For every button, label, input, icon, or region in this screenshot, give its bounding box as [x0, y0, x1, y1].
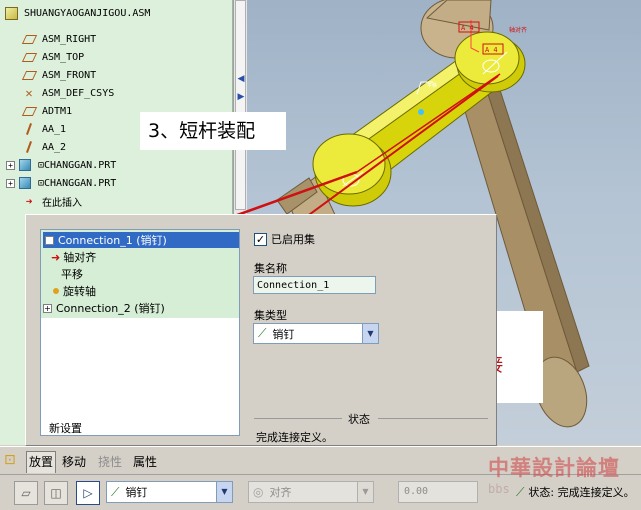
tab-flexibility[interactable]: 挠性: [98, 453, 122, 470]
interface-icon: ▱: [21, 486, 31, 500]
tree-item-asm-def-csys[interactable]: ✕ ASM_DEF_CSYS: [22, 84, 114, 102]
datum-plane-icon: [21, 104, 37, 118]
tree-item-label: AA_1: [42, 123, 67, 135]
tab-move[interactable]: 移动: [62, 453, 86, 470]
enable-set-checkbox[interactable]: ✓ 已启用集: [254, 231, 315, 247]
constraint-tag: 轴对齐: [509, 26, 527, 34]
tree-item-aa1[interactable]: AA_1: [22, 120, 66, 138]
panel-splitter[interactable]: ◀ ▶: [236, 70, 246, 110]
tree-item-asm-front[interactable]: ASM_FRONT: [21, 66, 97, 84]
status-dot-icon: [53, 288, 59, 294]
set-type-value: 销钉: [272, 327, 295, 341]
tree-item-label: 在此插入: [42, 197, 82, 209]
datum-plane-icon: [21, 32, 37, 46]
divider: [378, 418, 488, 419]
expand-icon[interactable]: +: [43, 303, 52, 313]
constraint-label: 轴对齐: [63, 251, 97, 264]
set-type-select[interactable]: ⟋ 销钉 ▼: [253, 323, 379, 344]
tree-item-asm-top[interactable]: ASM_TOP: [21, 48, 85, 66]
align-icon: ◎: [253, 485, 264, 499]
watermark-line-2: bbs: [488, 482, 510, 496]
tab-properties[interactable]: 属性: [133, 453, 157, 470]
connection-1-item[interactable]: − Connection_1 (销钉): [43, 232, 239, 248]
tree-item-changgan-2[interactable]: + ⊡CHANGGAN.PRT: [6, 174, 116, 192]
drag-point-icon[interactable]: [418, 109, 424, 115]
collapse-left-icon[interactable]: ◀: [236, 70, 246, 88]
offset-input[interactable]: 0.00: [398, 481, 478, 503]
tree-root-label: SHUANGYAOGANJIGOU.ASM: [24, 7, 151, 19]
use-interface-button[interactable]: ▱: [14, 481, 38, 505]
tree-item-label: ⊡CHANGGAN.PRT: [38, 177, 117, 189]
set-name-input[interactable]: [253, 276, 376, 294]
csys-icon: ✕: [25, 86, 33, 100]
tab-placement[interactable]: 放置: [26, 451, 57, 473]
constraint-label: 旋转轴: [63, 285, 96, 298]
step-annotation: 3、短杆装配: [140, 112, 286, 150]
separate-window-button[interactable]: ◫: [44, 481, 68, 505]
expand-icon[interactable]: +: [6, 178, 15, 188]
window-icon: ◫: [50, 486, 62, 500]
pin-joint-icon: ⟋: [111, 484, 120, 499]
mechanism-connection-button[interactable]: ▷: [76, 481, 100, 505]
divider: [254, 418, 342, 419]
part-icon: [18, 176, 32, 190]
collapse-right-icon[interactable]: ▶: [236, 88, 246, 106]
connection-list[interactable]: − Connection_1 (销钉) ➜ 轴对齐 平移 旋转轴 + Conne…: [40, 229, 240, 436]
assemble-icon: ⊡: [4, 452, 16, 468]
watermark: 中華設計論壇 bbs: [488, 452, 638, 496]
checkmark-icon[interactable]: ✓: [254, 232, 267, 246]
insert-here-icon: ➜: [25, 194, 33, 208]
tree-item-label: ASM_DEF_CSYS: [42, 87, 115, 99]
current-arrow-icon: ➜: [51, 250, 61, 264]
constraint-type-select[interactable]: ◎ 对齐 ▼: [248, 481, 374, 503]
tree-item-asm-right[interactable]: ASM_RIGHT: [21, 30, 97, 48]
datum-plane-icon: [21, 68, 37, 82]
connection-icon: ▷: [83, 486, 93, 500]
connection-type-select[interactable]: ⟋ 销钉 ▼: [106, 481, 233, 503]
watermark-line-1: 中華設計論壇: [488, 456, 620, 480]
status-message: 完成连接定义。: [256, 431, 333, 444]
status-title: 状态: [348, 413, 370, 426]
enable-set-label: 已启用集: [271, 233, 315, 246]
expand-icon[interactable]: +: [6, 160, 15, 170]
constraint-label: 平移: [61, 268, 83, 281]
tree-item-adtm1[interactable]: ADTM1: [21, 102, 73, 120]
part-icon: [18, 158, 32, 172]
chevron-down-icon[interactable]: ▼: [357, 482, 373, 502]
tree-item-label: ASM_RIGHT: [42, 33, 97, 45]
constraint-rotation-axis[interactable]: 旋转轴: [53, 283, 96, 299]
pin-joint-icon: ⟋: [258, 326, 267, 340]
connection-2-item[interactable]: + Connection_2 (销钉): [43, 300, 165, 316]
new-set-link[interactable]: 新设置: [49, 420, 82, 436]
tree-item-insert-here[interactable]: ➜ 在此插入: [22, 192, 82, 210]
set-type-label: 集类型: [254, 309, 287, 322]
connection-type-value: 销钉: [125, 486, 148, 499]
datum-axis-icon: [22, 140, 36, 154]
connection-1-label: Connection_1 (销钉): [58, 234, 167, 247]
constraint-translate[interactable]: 平移: [61, 266, 83, 282]
tree-item-changgan-1[interactable]: + ⊡CHANGGAN.PRT: [6, 156, 116, 174]
placement-panel: − Connection_1 (销钉) ➜ 轴对齐 平移 旋转轴 + Conne…: [25, 214, 497, 446]
tree-item-label: AA_2: [42, 141, 67, 153]
tree-item-aa2[interactable]: AA_2: [22, 138, 66, 156]
tree-root[interactable]: SHUANGYAOGANJIGOU.ASM: [4, 4, 150, 22]
tree-item-label: ADTM1: [42, 105, 73, 117]
constraint-axis-align[interactable]: ➜ 轴对齐: [51, 249, 96, 265]
connection-2-label: Connection_2 (销钉): [56, 302, 165, 315]
chevron-down-icon[interactable]: ▼: [216, 482, 232, 502]
set-name-label: 集名称: [254, 262, 287, 275]
datum-axis-icon: [22, 122, 36, 136]
chevron-down-icon[interactable]: ▼: [362, 324, 378, 343]
tree-item-label: ASM_TOP: [42, 51, 85, 63]
datum-tag-a4-top: A_4: [461, 24, 474, 32]
datum-tag-small: 平移: [427, 82, 437, 89]
collapse-icon[interactable]: −: [45, 235, 54, 245]
tree-item-label: ⊡CHANGGAN.PRT: [38, 159, 117, 171]
datum-tag-a4-mid: A_4: [485, 46, 498, 54]
datum-plane-icon: [21, 50, 37, 64]
tree-item-label: ASM_FRONT: [42, 69, 97, 81]
constraint-type-value: 对齐: [269, 486, 292, 499]
assembly-icon: [4, 6, 18, 20]
